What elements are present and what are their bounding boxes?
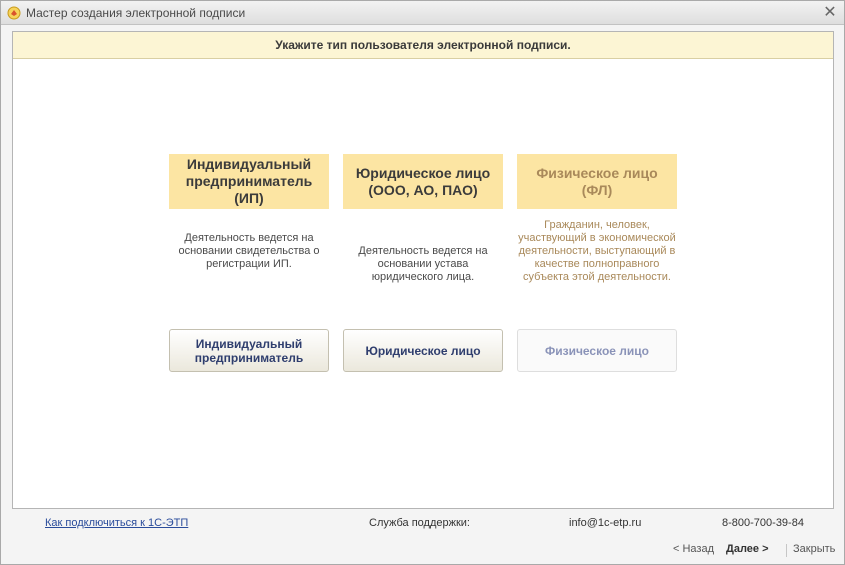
individual-type-header: Физическое лицо (ФЛ) (517, 154, 677, 209)
legal-entity-select-button[interactable]: Юридическое лицо (343, 329, 503, 372)
title-bar: Мастер создания электронной подписи ✕ (1, 1, 844, 25)
content-panel: Укажите тип пользователя электронной под… (12, 31, 834, 509)
ip-select-button[interactable]: Индивидуальный предприниматель (169, 329, 329, 372)
support-email: info@1c-etp.ru (569, 517, 642, 529)
ip-description: Деятельность ведется на основании свидет… (178, 232, 320, 270)
ip-type-header: Индивидуальный предприниматель (ИП) (169, 154, 329, 209)
instruction-banner: Укажите тип пользователя электронной под… (13, 32, 833, 59)
app-icon (7, 6, 21, 20)
wizard-window: Мастер создания электронной подписи ✕ Ук… (0, 0, 845, 565)
next-button[interactable]: Далее > (726, 543, 769, 555)
individual-select-button: Физическое лицо (517, 329, 677, 372)
close-button[interactable]: Закрыть (793, 543, 835, 555)
legal-entity-description: Деятельность ведется на основании устава… (358, 245, 488, 283)
window-title: Мастер создания электронной подписи (26, 6, 246, 20)
individual-description: Гражданин, человек, участвующий в эконом… (518, 219, 676, 283)
back-button[interactable]: < Назад (673, 543, 714, 555)
legal-entity-type-header: Юридическое лицо (ООО, АО, ПАО) (343, 154, 503, 209)
support-label: Служба поддержки: (369, 517, 470, 529)
connect-help-link[interactable]: Как подключиться к 1С-ЭТП (45, 517, 188, 529)
nav-divider (786, 544, 787, 557)
support-phone: 8-800-700-39-84 (722, 517, 804, 529)
close-icon[interactable]: ✕ (822, 4, 838, 20)
